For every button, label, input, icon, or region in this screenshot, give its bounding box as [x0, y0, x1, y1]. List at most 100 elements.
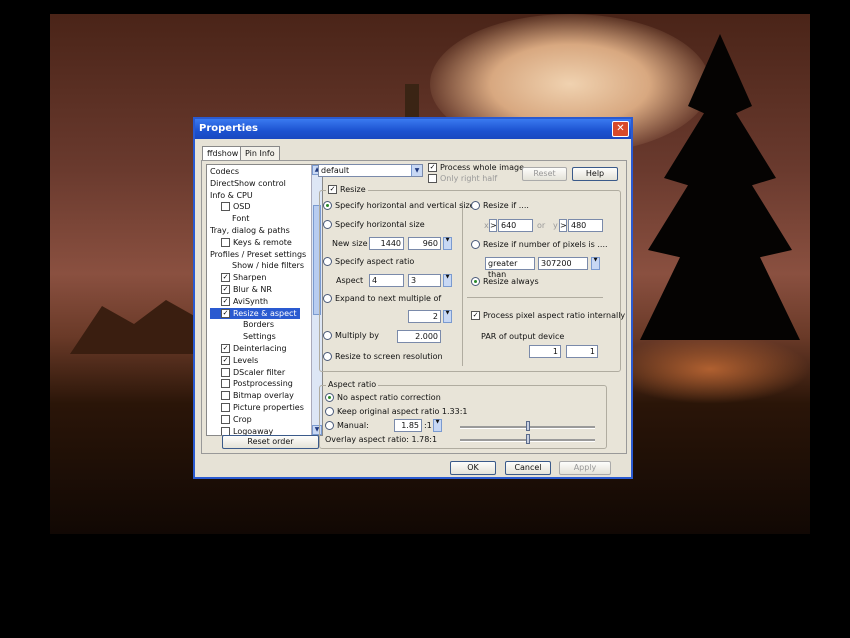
tree-item-label: Levels	[233, 355, 259, 365]
help-button[interactable]: Help	[572, 167, 618, 181]
resize-screen-radio[interactable]: Resize to screen resolution	[323, 352, 443, 362]
tab-ffdshow[interactable]: ffdshow	[202, 146, 244, 161]
specify-h-radio[interactable]: Specify horizontal size	[323, 220, 425, 230]
checkbox-unchecked	[428, 174, 437, 183]
pixels-dropdown[interactable]: ▼	[591, 257, 600, 270]
tree-item[interactable]: ✓ Sharpen	[221, 272, 266, 283]
checkbox-unchecked[interactable]	[221, 202, 230, 212]
tab-label: Pin Info	[245, 149, 275, 158]
tree-item[interactable]: Picture properties	[221, 402, 304, 413]
checkbox-checked[interactable]: ✓	[221, 344, 230, 353]
resize-group-title[interactable]: ✓ Resize	[326, 185, 368, 195]
x-value-input[interactable]: 640	[498, 219, 533, 232]
radio-unselected	[323, 352, 332, 361]
pixels-comparison-select[interactable]: greater than	[485, 257, 535, 279]
tab-pin-info[interactable]: Pin Info	[240, 146, 280, 161]
tree-item[interactable]: Font	[232, 213, 249, 224]
tree-item[interactable]: DirectShow control	[210, 178, 286, 189]
checkbox-checked[interactable]: ✓	[221, 296, 230, 306]
tree-item[interactable]: Tray, dialog & paths	[210, 225, 290, 236]
tree-item[interactable]: Settings	[243, 331, 276, 342]
expand-multiple-radio[interactable]: Expand to next multiple of	[323, 294, 441, 304]
specify-aspect-radio[interactable]: Specify aspect ratio	[323, 257, 414, 267]
aspect-b-input[interactable]: 3	[408, 274, 441, 287]
tree-item[interactable]: Info & CPU	[210, 190, 253, 201]
title-bar[interactable]: Properties ✕	[195, 119, 631, 139]
checkbox-checked[interactable]: ✓	[221, 308, 230, 318]
tree-item[interactable]: Show / hide filters	[232, 260, 304, 271]
checkbox-checked[interactable]: ✓	[221, 273, 230, 283]
new-width-input[interactable]: 1440	[369, 237, 404, 250]
multiple-dropdown[interactable]: ▼	[443, 310, 452, 323]
checkbox-checked: ✓	[328, 185, 337, 194]
manual-aspect-slider[interactable]	[460, 421, 595, 431]
x-operator-input[interactable]: >	[489, 219, 497, 232]
tree-item[interactable]: ✓ Blur & NR	[221, 284, 272, 295]
checkbox-unchecked[interactable]	[221, 403, 230, 412]
tree-item[interactable]: DScaler filter	[221, 367, 285, 378]
process-whole-image-checkbox[interactable]: ✓ Process whole image	[428, 163, 524, 173]
no-aspect-correction-radio[interactable]: No aspect ratio correction	[325, 393, 441, 403]
tree-item-label: Picture properties	[233, 403, 304, 412]
checkbox-checked[interactable]: ✓	[221, 355, 230, 365]
tree-item[interactable]: Bitmap overlay	[221, 390, 294, 401]
tree-item[interactable]: ✓ AviSynth	[221, 296, 268, 307]
chevron-down-icon: ▼	[445, 274, 450, 280]
checkbox-unchecked[interactable]	[221, 379, 230, 389]
preset-select[interactable]: default ▼	[318, 164, 423, 177]
multiply-by-radio[interactable]: Multiply by	[323, 331, 379, 341]
checkbox-unchecked[interactable]	[221, 237, 230, 247]
apply-button[interactable]: Apply	[559, 461, 611, 475]
button-label: Reset	[533, 169, 556, 178]
resize-if-pixels-radio[interactable]: Resize if number of pixels is ....	[471, 240, 608, 250]
slider-thumb[interactable]	[525, 434, 530, 444]
checkbox-unchecked[interactable]	[221, 367, 230, 377]
y-operator-input[interactable]: >	[559, 219, 567, 232]
tree-item[interactable]: Postprocessing	[221, 378, 293, 389]
checkbox-unchecked[interactable]	[221, 414, 230, 424]
ok-button[interactable]: OK	[450, 461, 496, 475]
checkbox-unchecked[interactable]	[221, 391, 230, 401]
radio-unselected	[323, 331, 332, 340]
slider-thumb[interactable]	[525, 421, 530, 431]
process-pixel-aspect-checkbox[interactable]: ✓ Process pixel aspect ratio internally	[471, 311, 625, 321]
resize-always-radio[interactable]: Resize always	[471, 277, 539, 287]
reset-button[interactable]: Reset	[522, 167, 567, 181]
close-button[interactable]: ✕	[612, 121, 629, 137]
manual-aspect-input[interactable]: 1.85	[394, 419, 422, 432]
multiply-value-input[interactable]: 2.000	[397, 330, 441, 343]
manual-aspect-radio[interactable]: Manual:	[325, 421, 369, 431]
specify-hv-radio[interactable]: Specify horizontal and vertical size	[323, 201, 475, 211]
tree-item[interactable]: ✓ Levels	[221, 355, 258, 366]
tree-item[interactable]: Crop	[221, 414, 252, 425]
checkbox-checked[interactable]: ✓	[221, 285, 230, 294]
cancel-button[interactable]: Cancel	[505, 461, 551, 475]
y-label: y	[553, 221, 558, 230]
tree-item[interactable]: ✓ Resize & aspect	[210, 307, 300, 319]
radio-label: Resize if number of pixels is ....	[483, 240, 608, 249]
par-b-input[interactable]: 1	[566, 345, 598, 358]
new-size-dropdown[interactable]: ▼	[443, 237, 452, 250]
filter-tree[interactable]: Codecs DirectShow control Info & CPU OSD Fon…	[206, 164, 323, 436]
tree-item[interactable]: Borders	[243, 319, 274, 330]
aspect-dropdown[interactable]: ▼	[443, 274, 452, 287]
manual-aspect-dropdown[interactable]: ▼	[433, 419, 442, 432]
multiple-input[interactable]: 2	[408, 310, 441, 323]
tree-item[interactable]: Codecs	[210, 166, 239, 177]
tree-item[interactable]: Profiles / Preset settings	[210, 249, 306, 260]
chevron-down-icon: ▼	[411, 165, 422, 176]
par-a-input[interactable]: 1	[529, 345, 561, 358]
new-height-input[interactable]: 960	[408, 237, 441, 250]
tree-item[interactable]: OSD	[221, 201, 251, 212]
checkbox-checked: ✓	[471, 311, 480, 320]
keep-original-aspect-radio[interactable]: Keep original aspect ratio 1.33:1	[325, 407, 468, 417]
tree-item[interactable]: ✓ Deinterlacing	[221, 343, 287, 354]
aspect-a-input[interactable]: 4	[369, 274, 404, 287]
overlay-aspect-slider[interactable]	[460, 434, 595, 444]
reset-order-button[interactable]: Reset order	[222, 435, 319, 449]
tree-item[interactable]: Keys & remote	[221, 237, 292, 248]
resize-if-radio[interactable]: Resize if ....	[471, 201, 529, 211]
pixels-value-input[interactable]: 307200	[538, 257, 588, 270]
only-right-half-checkbox[interactable]: Only right half	[428, 174, 497, 184]
y-value-input[interactable]: 480	[568, 219, 603, 232]
